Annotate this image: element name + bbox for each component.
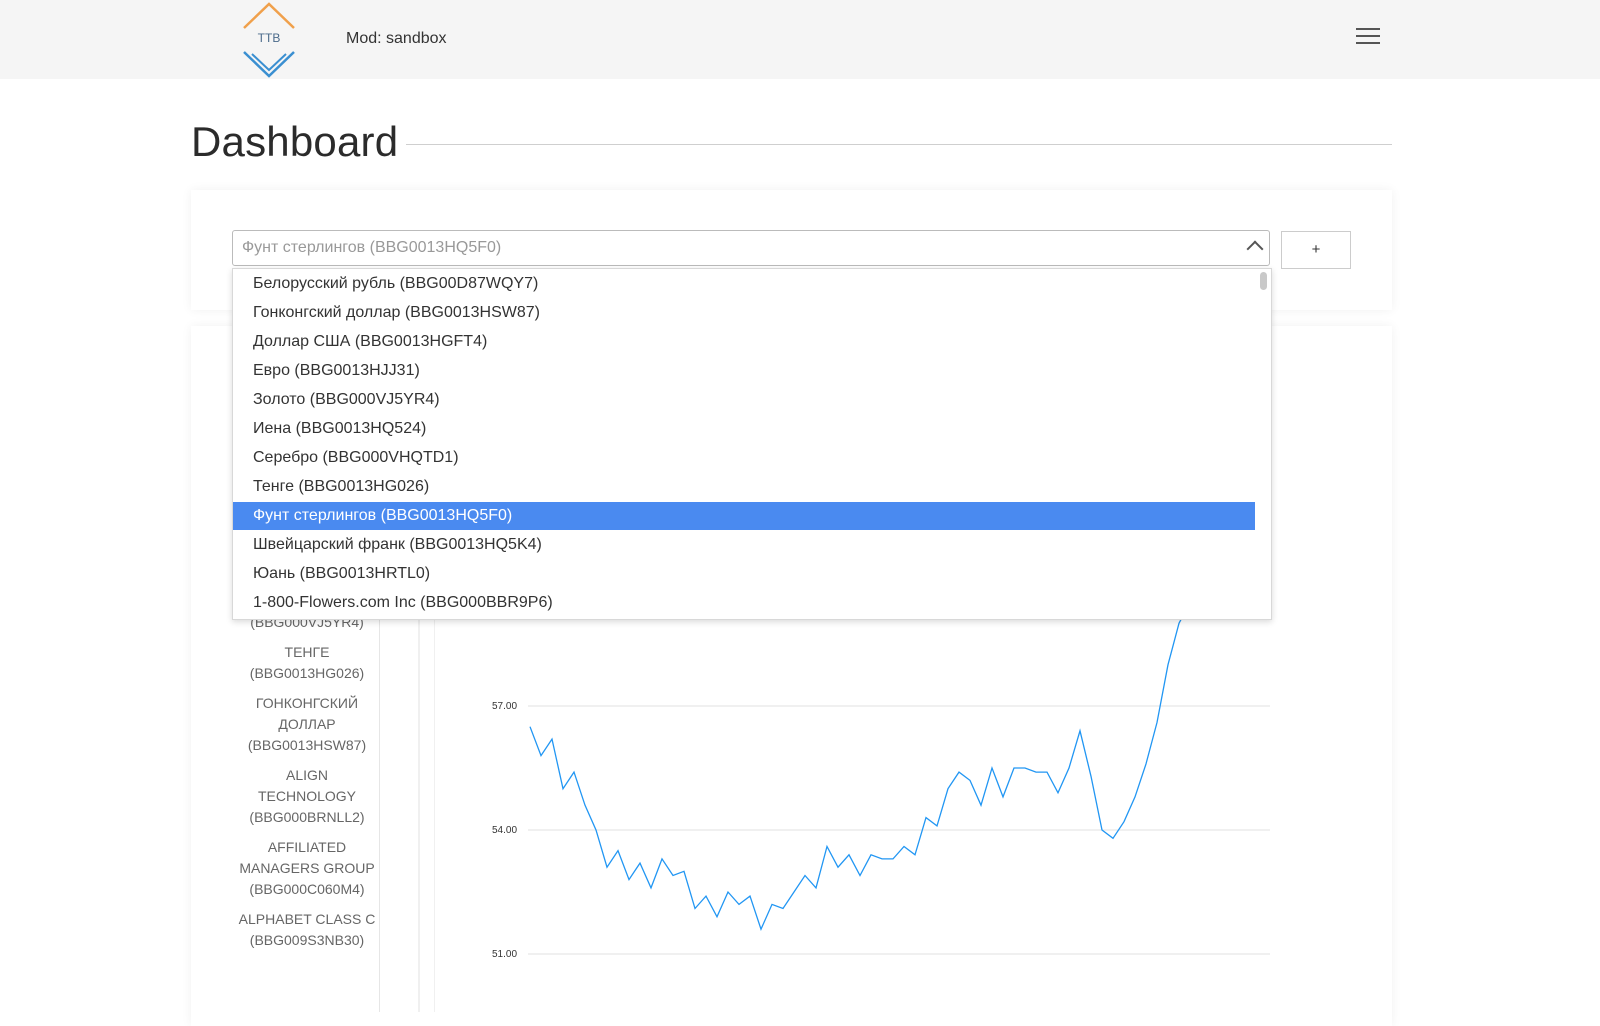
- price-series-line: [529, 612, 1186, 931]
- dropdown-option[interactable]: Иена (BBG0013HQ524): [233, 415, 1255, 443]
- dropdown-option[interactable]: Фунт стерлингов (BBG0013HQ5F0): [233, 502, 1255, 530]
- instrument-select[interactable]: Фунт стерлингов (BBG0013HQ5F0): [232, 230, 1270, 266]
- logo[interactable]: TTB: [242, 2, 296, 78]
- list-edge: [418, 612, 420, 1012]
- dropdown-option[interactable]: Доллар США (BBG0013HGFT4): [233, 328, 1255, 356]
- dropdown-option[interactable]: Тенге (BBG0013HG026): [233, 473, 1255, 501]
- list-divider: [379, 612, 380, 1012]
- instrument-select-value: Фунт стерлингов (BBG0013HQ5F0): [242, 239, 502, 256]
- instrument-dropdown[interactable]: Белорусский рубль (BBG00D87WQY7) Гонконгс…: [232, 268, 1272, 620]
- dropdown-option[interactable]: Евро (BBG0013HJJ31): [233, 357, 1255, 385]
- instrument-list-item[interactable]: ТЕНГЕ (BBG0013HG026): [236, 642, 378, 684]
- chart-left-border: [434, 612, 435, 1012]
- instrument-list-item[interactable]: ГОНКОНГСКИЙ ДОЛЛАР (BBG0013HSW87): [236, 693, 378, 756]
- instrument-list: (BBG000VJ5YR4) ТЕНГЕ (BBG0013HG026) ГОНКОН…: [236, 612, 378, 960]
- dropdown-option[interactable]: Юань (BBG0013HRTL0): [233, 560, 1255, 588]
- mode-label: Mod: sandbox: [346, 30, 447, 47]
- title-divider: [406, 144, 1392, 145]
- dropdown-scrollbar[interactable]: [1260, 272, 1267, 290]
- price-chart: 57.00 54.00 51.00: [492, 612, 1270, 960]
- dropdown-option[interactable]: 1-800-Flowers.com Inc (BBG000BBR9P6): [233, 589, 1255, 617]
- top-bar: TTB Mod: sandbox: [0, 0, 1600, 79]
- y-tick-label: 51.00: [492, 949, 517, 960]
- logo-text: TTB: [258, 31, 281, 45]
- y-tick-label: 57.00: [492, 701, 517, 712]
- dropdown-option[interactable]: Золото (BBG000VJ5YR4): [233, 386, 1255, 414]
- chevron-up-icon[interactable]: [1246, 240, 1264, 258]
- dropdown-option[interactable]: Швейцарский франк (BBG0013HQ5K4): [233, 531, 1255, 559]
- dropdown-option[interactable]: Белорусский рубль (BBG00D87WQY7): [233, 270, 1255, 298]
- page-title: Dashboard: [191, 118, 399, 165]
- instrument-list-item[interactable]: AFFILIATED MANAGERS GROUP (BBG000C060M4): [236, 837, 378, 900]
- y-tick-label: 54.00: [492, 825, 517, 836]
- menu-icon[interactable]: [1356, 28, 1380, 48]
- instrument-list-item[interactable]: ALPHABET CLASS C (BBG009S3NB30): [236, 909, 378, 951]
- dropdown-option[interactable]: Гонконгский доллар (BBG0013HSW87): [233, 299, 1255, 327]
- add-instrument-button[interactable]: +: [1281, 231, 1351, 269]
- instrument-list-item[interactable]: ALIGN TECHNOLOGY (BBG000BRNLL2): [236, 765, 378, 828]
- dropdown-option[interactable]: Серебро (BBG000VHQTD1): [233, 444, 1255, 472]
